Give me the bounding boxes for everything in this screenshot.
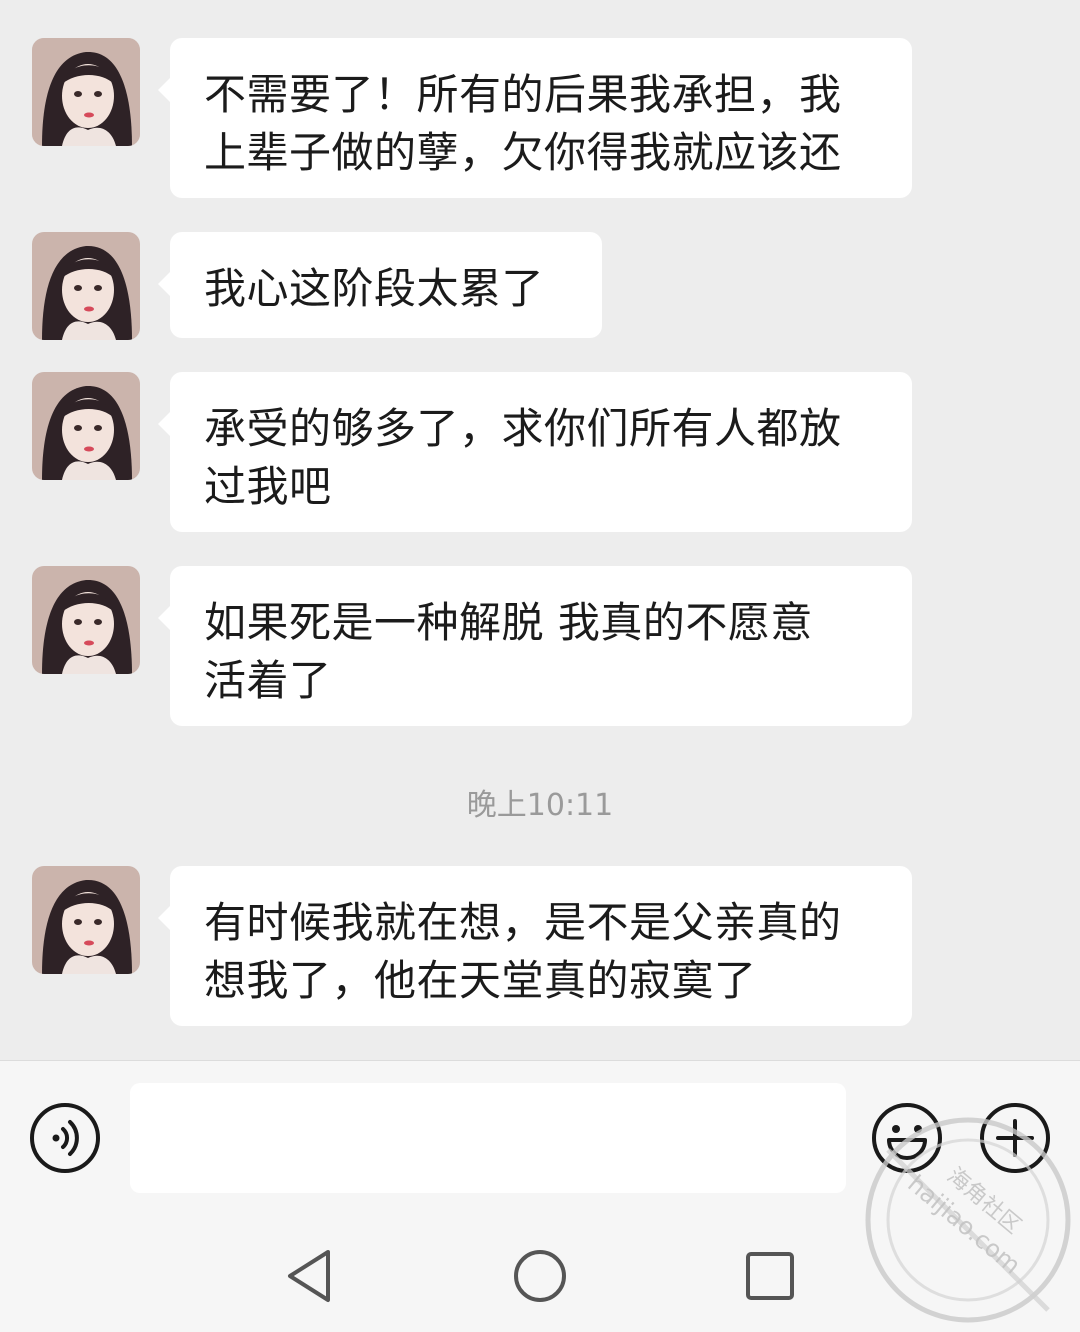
emoji-icon — [872, 1103, 942, 1173]
message-timestamp: 晚上10:11 — [466, 788, 614, 823]
message-bubble[interactable]: 有时候我就在想，是不是父亲真的 想我了，他在天堂真的寂寞了 — [158, 866, 912, 1026]
nav-home-button[interactable] — [510, 1246, 570, 1306]
emoji-button[interactable] — [870, 1101, 944, 1175]
contact-avatar[interactable] — [32, 232, 140, 340]
message-bubble[interactable]: 承受的够多了，求你们所有人都放 过我吧 — [158, 372, 912, 532]
recents-square-icon — [746, 1252, 794, 1300]
contact-avatar[interactable] — [32, 866, 140, 974]
contact-avatar[interactable] — [32, 38, 140, 146]
message-bubble[interactable]: 不需要了！所有的后果我承担，我 上辈子做的孽，欠你得我就应该还 — [158, 38, 912, 198]
message-bubble[interactable]: 我心这阶段太累了 — [158, 232, 602, 338]
chat-area[interactable]: 不需要了！所有的后果我承担，我 上辈子做的孽，欠你得我就应该还 我心这阶段太累了… — [0, 0, 1080, 1060]
voice-input-button[interactable] — [28, 1101, 102, 1175]
back-triangle-icon — [288, 1250, 330, 1302]
more-button[interactable] — [978, 1101, 1052, 1175]
message-input[interactable] — [130, 1083, 846, 1193]
nav-back-button[interactable] — [280, 1246, 340, 1306]
voice-input-icon — [30, 1103, 100, 1173]
home-circle-icon — [514, 1250, 566, 1302]
nav-recents-button[interactable] — [740, 1246, 800, 1306]
system-nav-bar — [0, 1210, 1080, 1332]
message-bubble[interactable]: 如果死是一种解脱 我真的不愿意 活着了 — [158, 566, 912, 726]
contact-avatar[interactable] — [32, 372, 140, 480]
contact-avatar[interactable] — [32, 566, 140, 674]
input-bar — [0, 1060, 1080, 1211]
plus-icon — [980, 1103, 1050, 1173]
